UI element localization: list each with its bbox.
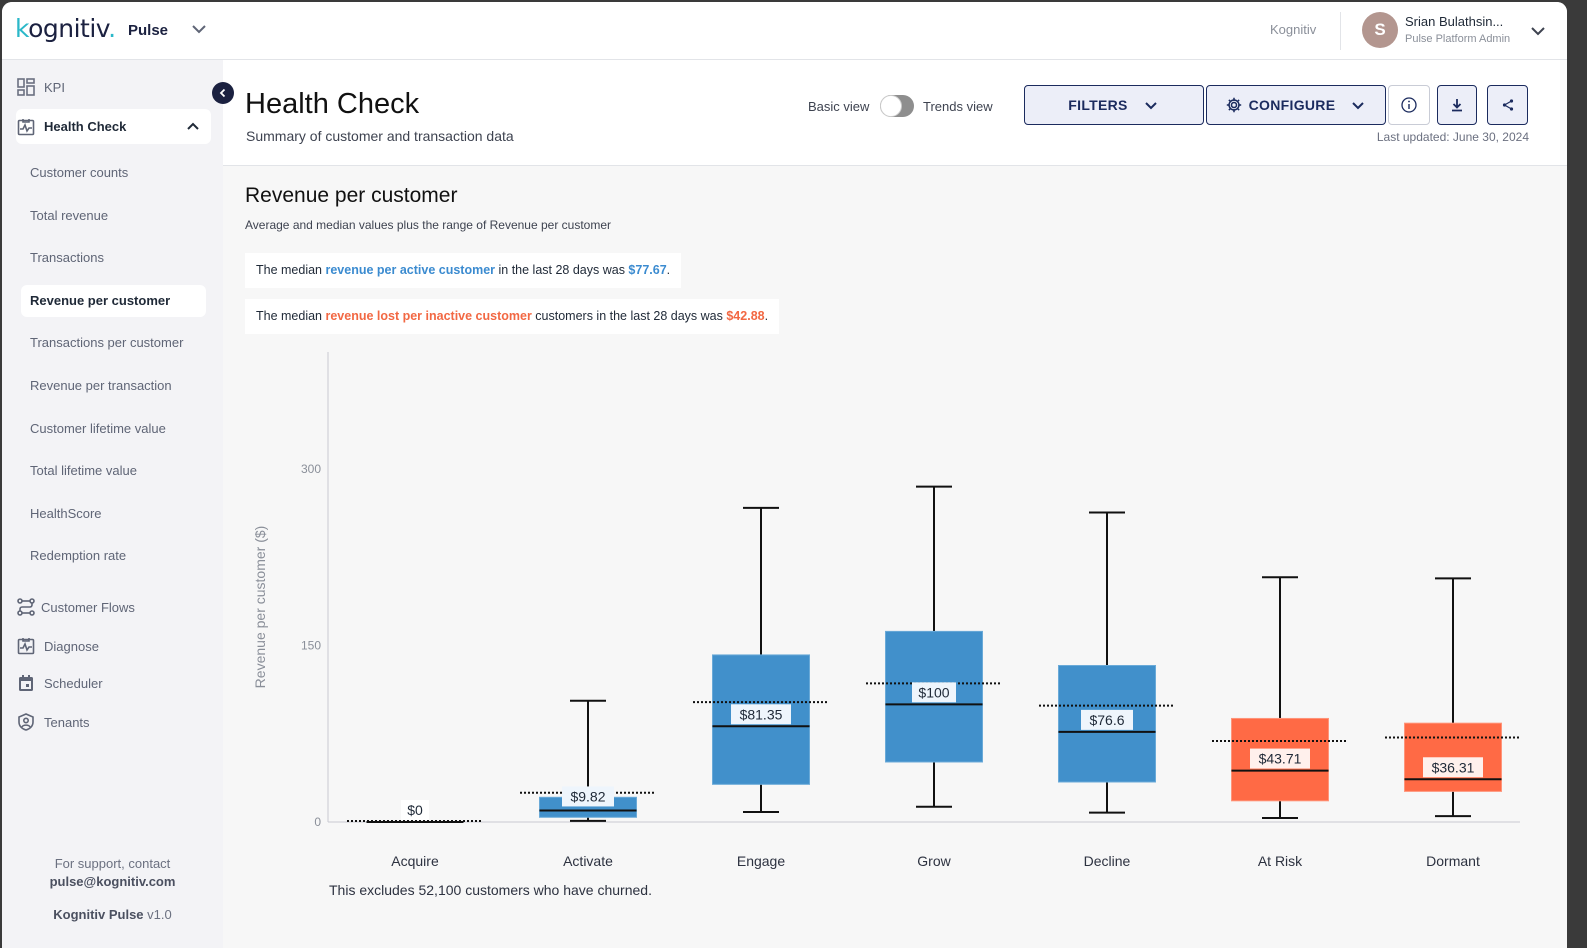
page-subtitle: Summary of customer and transaction data xyxy=(246,128,514,144)
configure-button[interactable]: CONFIGURE xyxy=(1206,85,1386,125)
divider xyxy=(1340,12,1341,50)
sidebar-item-label: Diagnose xyxy=(44,638,99,654)
kognitiv-logo[interactable]: kognitiv. xyxy=(15,14,116,43)
insight-inactive: The median revenue lost per inactive cus… xyxy=(245,299,780,334)
share-icon xyxy=(1502,99,1513,111)
sidebar-subitem-revenue-per-transaction[interactable]: Revenue per transaction xyxy=(30,378,172,393)
main-content: Health Check Summary of customer and tra… xyxy=(223,60,1567,948)
view-toggle[interactable] xyxy=(880,95,914,117)
sidebar: KPI Health Check Customer counts Total r… xyxy=(2,60,223,948)
sidebar-subitem-transactions-per-customer[interactable]: Transactions per customer xyxy=(30,335,183,350)
basic-view-label: Basic view xyxy=(808,99,870,114)
insight-highlight: revenue lost per inactive customer xyxy=(325,309,532,323)
filters-button[interactable]: FILTERS xyxy=(1024,85,1204,125)
sidebar-subitem-customer-lifetime-value[interactable]: Customer lifetime value xyxy=(30,421,166,436)
app-window: kognitiv. Pulse Kognitiv S Srian Bulaths… xyxy=(2,2,1567,948)
share-button[interactable] xyxy=(1487,85,1528,125)
chevron-up-icon[interactable] xyxy=(185,118,201,134)
app-switcher-label[interactable]: Pulse xyxy=(128,22,168,39)
trends-view-label: Trends view xyxy=(923,99,993,114)
health-check-icon xyxy=(17,118,35,135)
section-title: Revenue per customer xyxy=(245,184,458,207)
product-name: Kognitiv Pulse xyxy=(53,907,144,922)
avatar[interactable]: S xyxy=(1362,12,1398,48)
download-icon xyxy=(1452,99,1462,112)
chevron-left-icon xyxy=(219,88,226,98)
churn-footnote: This excludes 52,100 customers who have … xyxy=(329,882,652,898)
support-email[interactable]: pulse@kognitiv.com xyxy=(50,874,176,889)
insight-highlight: revenue per active customer xyxy=(325,263,496,277)
chevron-down-icon xyxy=(1144,102,1157,110)
sidebar-item-label: Customer Flows xyxy=(41,599,135,615)
user-name[interactable]: Srian Bulathsin... xyxy=(1405,14,1503,29)
shield-user-icon xyxy=(18,713,34,731)
insight-value: $42.88 xyxy=(726,309,765,323)
sidebar-item-label: Scheduler xyxy=(44,675,103,691)
sidebar-subitem-transactions[interactable]: Transactions xyxy=(30,250,104,265)
chevron-down-icon[interactable] xyxy=(1529,22,1547,40)
insight-active: The median revenue per active customer i… xyxy=(245,253,682,288)
gear-icon xyxy=(1226,97,1241,113)
diagnose-icon xyxy=(17,638,35,655)
sidebar-item-label: KPI xyxy=(44,79,65,95)
sidebar-item-scheduler[interactable]: Scheduler xyxy=(16,666,103,700)
sidebar-item-kpi[interactable]: KPI xyxy=(16,70,65,104)
insight-value: $77.67 xyxy=(628,263,667,277)
sidebar-item-health-check[interactable]: Health Check xyxy=(16,109,211,144)
sidebar-item-customer-flows[interactable]: Customer Flows xyxy=(16,590,135,624)
sidebar-subitem-healthscore[interactable]: HealthScore xyxy=(30,506,102,521)
dashboard-icon xyxy=(17,78,35,96)
sidebar-subitem-redemption-rate[interactable]: Redemption rate xyxy=(30,548,126,563)
org-name[interactable]: Kognitiv xyxy=(1270,22,1316,37)
sidebar-subitem-revenue-per-customer[interactable]: Revenue per customer xyxy=(21,285,206,317)
info-button[interactable] xyxy=(1388,85,1430,125)
toggle-knob xyxy=(880,95,902,117)
sidebar-item-tenants[interactable]: Tenants xyxy=(16,705,90,739)
support-text: For support, contact xyxy=(54,856,171,871)
last-updated: Last updated: June 30, 2024 xyxy=(1376,130,1529,144)
sidebar-item-diagnose[interactable]: Diagnose xyxy=(16,629,99,663)
calendar-icon xyxy=(19,675,33,691)
section-subtitle: Average and median values plus the range… xyxy=(245,218,612,232)
page-title: Health Check xyxy=(245,88,420,120)
user-role: Pulse Platform Admin xyxy=(1405,33,1511,45)
info-icon xyxy=(1401,97,1417,113)
version: v1.0 xyxy=(147,907,172,922)
sidebar-item-label: Tenants xyxy=(44,714,90,730)
sidebar-subitem-total-lifetime-value[interactable]: Total lifetime value xyxy=(30,463,137,478)
flows-icon xyxy=(17,598,35,616)
sidebar-subitem-customer-counts[interactable]: Customer counts xyxy=(30,165,128,180)
sidebar-item-label: Health Check xyxy=(44,119,127,134)
download-button[interactable] xyxy=(1437,85,1477,125)
chevron-down-icon[interactable] xyxy=(190,20,208,38)
sidebar-subitem-total-revenue[interactable]: Total revenue xyxy=(30,208,108,223)
page-header: Health Check Summary of customer and tra… xyxy=(223,60,1567,166)
filters-label: FILTERS xyxy=(1068,97,1128,113)
top-bar: kognitiv. Pulse Kognitiv S Srian Bulaths… xyxy=(2,2,1567,60)
collapse-sidebar-button[interactable] xyxy=(212,82,234,104)
configure-label: CONFIGURE xyxy=(1248,97,1336,113)
chevron-down-icon xyxy=(1352,102,1365,110)
